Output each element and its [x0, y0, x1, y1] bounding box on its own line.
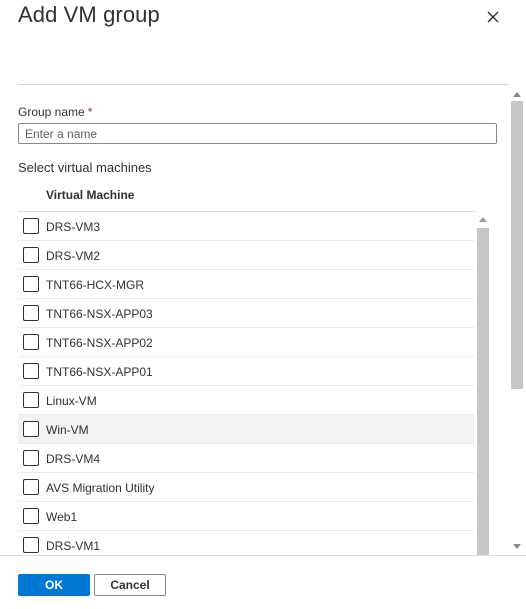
vm-row[interactable]: AVS Migration Utility: [18, 473, 474, 502]
scroll-up-icon[interactable]: [479, 217, 487, 222]
vm-row[interactable]: DRS-VM4: [18, 444, 474, 473]
panel-title: Add VM group: [18, 2, 160, 27]
vm-row[interactable]: DRS-VM2: [18, 241, 474, 270]
vm-checkbox[interactable]: [23, 363, 39, 379]
footer-divider: [0, 555, 526, 556]
vm-name: Linux-VM: [46, 394, 97, 408]
vm-name: TNT66-HCX-MGR: [46, 278, 144, 292]
vm-name: Web1: [46, 510, 78, 524]
ok-button[interactable]: OK: [18, 574, 90, 596]
group-name-label-text: Group name: [18, 105, 85, 119]
vm-row[interactable]: TNT66-NSX-APP03: [18, 299, 474, 328]
vm-name: AVS Migration Utility: [46, 481, 155, 495]
panel-scroll-thumb[interactable]: [511, 101, 523, 389]
cancel-button[interactable]: Cancel: [94, 574, 166, 596]
vm-row[interactable]: DRS-VM3: [18, 212, 474, 241]
vm-checkbox[interactable]: [23, 334, 39, 350]
vm-checkbox[interactable]: [23, 392, 39, 408]
vm-name: TNT66-NSX-APP01: [46, 365, 153, 379]
vm-row[interactable]: TNT66-HCX-MGR: [18, 270, 474, 299]
vm-checkbox[interactable]: [23, 218, 39, 234]
vm-checkbox[interactable]: [23, 450, 39, 466]
vm-name: Win-VM: [46, 423, 89, 437]
vm-name: TNT66-NSX-APP03: [46, 307, 153, 321]
panel-content: Group name* Select virtual machines Virt…: [0, 85, 508, 555]
vm-checkbox[interactable]: [23, 247, 39, 263]
vm-name: DRS-VM2: [46, 249, 101, 263]
vm-list-scrollbar[interactable]: [476, 212, 490, 555]
required-marker: *: [87, 105, 93, 119]
add-vm-group-panel: Add VM group Group name* Select virtual …: [0, 0, 526, 609]
vm-row[interactable]: DRS-VM1: [18, 531, 474, 555]
close-icon[interactable]: [482, 6, 504, 28]
vm-name: TNT66-NSX-APP02: [46, 336, 153, 350]
vm-list: DRS-VM3 DRS-VM2 TNT66-HCX-MGR TNT66-NSX-APP…: [18, 212, 474, 555]
vm-name: DRS-VM3: [46, 220, 101, 234]
scroll-down-icon[interactable]: [513, 544, 521, 549]
vm-row[interactable]: Win-VM: [18, 415, 474, 444]
vm-row[interactable]: Web1: [18, 502, 474, 531]
panel-scrollbar[interactable]: [509, 86, 526, 555]
group-name-input[interactable]: [18, 123, 497, 144]
vm-checkbox[interactable]: [23, 537, 39, 553]
vm-row[interactable]: Linux-VM: [18, 386, 474, 415]
vm-checkbox[interactable]: [23, 421, 39, 437]
scroll-up-icon[interactable]: [513, 92, 521, 97]
vm-row[interactable]: TNT66-NSX-APP01: [18, 357, 474, 386]
vm-name: DRS-VM1: [46, 539, 101, 553]
select-vms-label: Select virtual machines: [18, 160, 152, 175]
group-name-label: Group name *: [18, 105, 92, 119]
vm-checkbox[interactable]: [23, 305, 39, 321]
vm-checkbox[interactable]: [23, 479, 39, 495]
vm-row[interactable]: TNT66-NSX-APP02: [18, 328, 474, 357]
column-header-virtual-machine: Virtual Machine: [46, 188, 135, 202]
vm-checkbox[interactable]: [23, 508, 39, 524]
vm-name: DRS-VM4: [46, 452, 101, 466]
vm-checkbox[interactable]: [23, 276, 39, 292]
vm-list-scroll-thumb[interactable]: [477, 228, 489, 555]
